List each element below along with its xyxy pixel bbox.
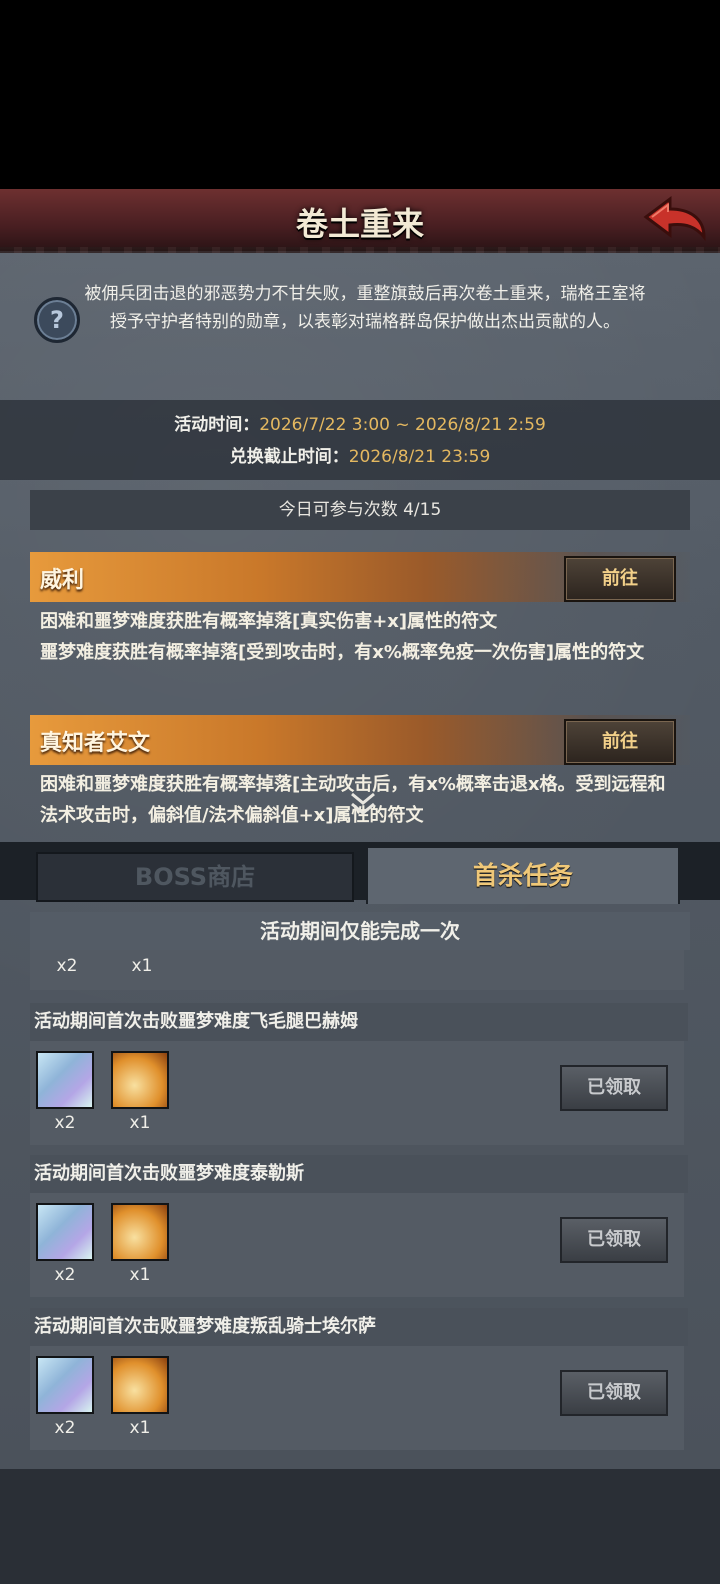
scroll-down-icon[interactable] bbox=[350, 790, 376, 824]
feather-icon[interactable] bbox=[111, 1356, 169, 1414]
reward-count: x1 bbox=[129, 1265, 151, 1285]
event-time-label: 活动时间： bbox=[174, 415, 260, 435]
boss-card-header: 真知者艾文 前往 bbox=[30, 715, 690, 765]
reward-count: x1 bbox=[129, 1418, 151, 1438]
exchange-deadline-row: 兑换截止时间：2026/8/21 23:59 bbox=[0, 442, 720, 467]
feather-icon[interactable] bbox=[111, 1051, 169, 1109]
event-description: 被佣兵团击退的邪恶势力不甘失败，重整旗鼓后再次卷土重来，瑞格王室将授予守护者特别… bbox=[84, 284, 646, 332]
reward-count: x2 bbox=[54, 1265, 76, 1285]
reward-count: x2 bbox=[54, 1418, 76, 1438]
reward-count: x1 bbox=[129, 1113, 151, 1133]
section-note: 活动期间仅能完成一次 bbox=[30, 912, 690, 950]
boss-card: 威利 前往 困难和噩梦难度获胜有概率掉落[真实伤害+x]属性的符文 噩梦难度获胜… bbox=[30, 552, 690, 698]
exchange-deadline-label: 兑换截止时间： bbox=[229, 447, 349, 467]
header-bar: 卷土重来 bbox=[0, 189, 720, 253]
event-time-panel: 活动时间：2026/7/22 3:00 ~ 2026/8/21 2:59 兑换截… bbox=[0, 400, 720, 480]
back-button[interactable] bbox=[642, 195, 708, 245]
task-body: x2 x1 已领取 bbox=[30, 1041, 684, 1145]
task-body: x2 x1 已领取 bbox=[30, 1193, 684, 1297]
task-title: 活动期间首次击败噩梦难度泰勒斯 bbox=[30, 1155, 688, 1193]
task-title: 活动期间首次击败噩梦难度飞毛腿巴赫姆 bbox=[30, 1003, 688, 1041]
go-button[interactable]: 前往 bbox=[564, 719, 676, 765]
feather-icon[interactable] bbox=[111, 1203, 169, 1261]
bottom-band bbox=[0, 1469, 720, 1584]
back-arrow-icon bbox=[643, 196, 706, 242]
crystal-icon[interactable] bbox=[36, 1051, 94, 1109]
go-button[interactable]: 前往 bbox=[564, 556, 676, 602]
event-time-row: 活动时间：2026/7/22 3:00 ~ 2026/8/21 2:59 bbox=[0, 410, 720, 435]
crystal-icon[interactable] bbox=[36, 1203, 94, 1261]
exchange-deadline-value: 2026/8/21 23:59 bbox=[348, 447, 491, 467]
help-icon[interactable]: ? bbox=[34, 297, 80, 343]
tab-boss-shop[interactable]: BOSS商店 bbox=[36, 852, 354, 902]
boss-name: 威利 bbox=[40, 568, 85, 593]
boss-drop-description: 困难和噩梦难度获胜有概率掉落[真实伤害+x]属性的符文 噩梦难度获胜有概率掉落[… bbox=[40, 611, 645, 663]
task-body: x2 x1 已领取 bbox=[30, 1346, 684, 1450]
page-title: 卷土重来 bbox=[295, 205, 424, 243]
reward-count: x1 bbox=[131, 956, 153, 976]
task-title: 活动期间首次击败噩梦难度叛乱骑士埃尔萨 bbox=[30, 1308, 688, 1346]
claimed-button[interactable]: 已领取 bbox=[560, 1065, 668, 1111]
daily-attempts: 今日可参与次数 4/15 bbox=[30, 490, 690, 530]
reward-count: x2 bbox=[56, 956, 78, 976]
boss-name: 真知者艾文 bbox=[40, 731, 151, 756]
tab-first-kill-tasks[interactable]: 首杀任务 bbox=[366, 846, 680, 904]
reward-count: x2 bbox=[54, 1113, 76, 1133]
event-time-value: 2026/7/22 3:00 ~ 2026/8/21 2:59 bbox=[259, 415, 546, 435]
crystal-icon[interactable] bbox=[36, 1356, 94, 1414]
claimed-button[interactable]: 已领取 bbox=[560, 1370, 668, 1416]
task-card-partial: x2 x1 bbox=[30, 950, 684, 990]
boss-card-header: 威利 前往 bbox=[30, 552, 690, 602]
claimed-button[interactable]: 已领取 bbox=[560, 1217, 668, 1263]
